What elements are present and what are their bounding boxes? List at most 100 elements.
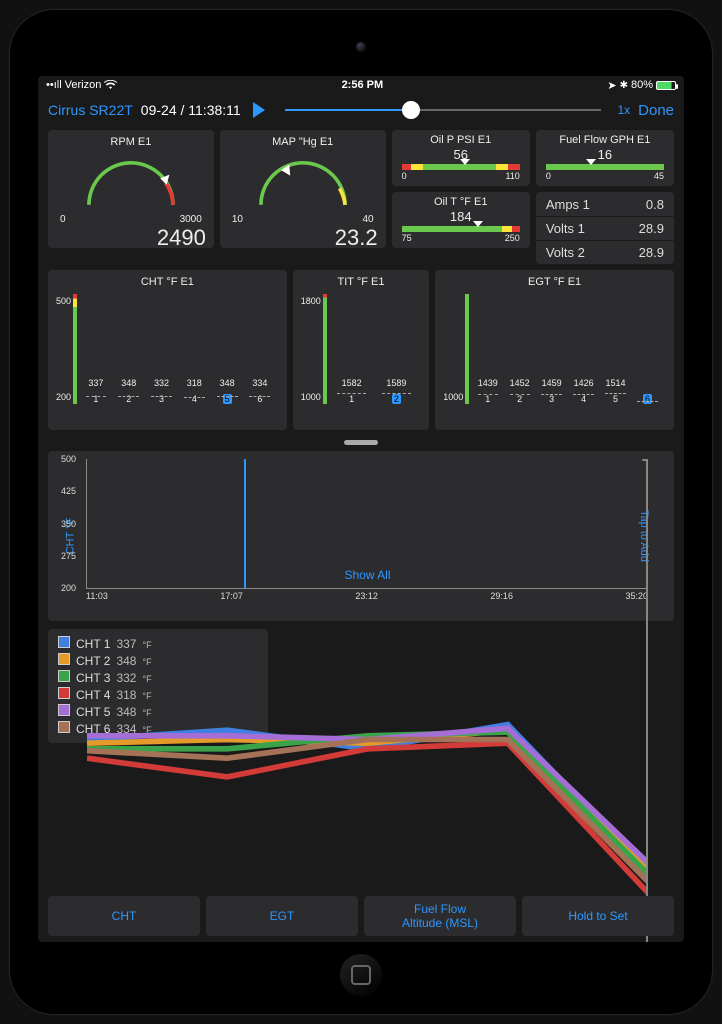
slider-thumb[interactable] (402, 101, 420, 119)
amps1-row: Amps 10.8 (536, 192, 674, 216)
oilt-max: 250 (505, 233, 520, 243)
timestamp-label: 09-24 / 11:38:11 (141, 102, 241, 118)
clock: 2:56 PM (342, 79, 384, 91)
amps1-label: Amps 1 (546, 197, 590, 212)
play-button[interactable] (253, 102, 265, 118)
bar-value: 1459 (537, 378, 566, 388)
cht-bars: 337134823323318434853346 (77, 294, 279, 404)
ff-min: 0 (546, 171, 551, 181)
bar-index: 5 (613, 394, 618, 404)
rpm-gauge (71, 150, 191, 214)
map-max: 40 (363, 214, 374, 225)
chart-line (87, 743, 648, 893)
header: Cirrus SR22T 09-24 / 11:38:11 1x Done (38, 94, 684, 126)
legend-swatch (58, 704, 70, 716)
bar-col: 15145 (601, 392, 630, 404)
oilt-title: Oil T °F E1 (402, 196, 520, 208)
oilt-min: 75 (402, 233, 412, 243)
ipad-camera (356, 42, 366, 52)
map-min: 10 (232, 214, 243, 225)
legend-swatch (58, 687, 70, 699)
bottom-button-row: CHT EGT Fuel FlowAltitude (MSL) Hold to … (38, 890, 684, 942)
bar-col: 3482 (114, 392, 144, 404)
bar-peak-line (478, 394, 498, 395)
bar-col: 15892 (376, 392, 418, 404)
oilt-panel: Oil T °F E1 184 75 250 (392, 192, 530, 248)
bar-value: 1589 (376, 378, 418, 388)
bar-value: 1582 (331, 378, 373, 388)
rpm-max: 3000 (180, 214, 202, 225)
oilt-value: 184 (402, 209, 520, 224)
aircraft-label[interactable]: Cirrus SR22T (48, 102, 133, 118)
bar-peak-line (86, 396, 107, 397)
bar-index: 1 (485, 394, 490, 404)
oilt-bar (402, 226, 520, 232)
volts2-value: 28.9 (639, 245, 664, 260)
bar-index: 4 (192, 394, 197, 404)
chart-svg (87, 459, 648, 942)
tit-ymax: 1800 (301, 296, 321, 306)
oilp-max: 110 (505, 171, 519, 181)
bar-value: 334 (245, 378, 275, 388)
chart-playhead[interactable] (244, 459, 246, 588)
ff-title: Fuel Flow GPH E1 (546, 134, 664, 146)
bar-peak-line (573, 394, 593, 395)
chart-area[interactable]: Show All 500425350275200 (86, 459, 648, 589)
cht-ymin: 200 (56, 392, 71, 402)
bar-peak-line (605, 393, 625, 394)
oilp-bar (402, 164, 520, 170)
bar-value: 332 (147, 378, 177, 388)
readouts-panel: Amps 10.8 Volts 128.9 Volts 228.9 (536, 192, 674, 264)
ipad-home-button[interactable] (340, 954, 382, 996)
drag-handle[interactable] (344, 440, 378, 445)
map-title: MAP "Hg E1 (228, 136, 378, 148)
bar-value: 337 (81, 378, 111, 388)
bar-value: 1452 (505, 378, 534, 388)
bar-peak-line (184, 397, 205, 398)
screen: ••ıll Verizon 2:56 PM ➤ ✱ 80% Cirrus SR2… (38, 76, 684, 942)
rpm-panel: RPM E1 0 3000 2490 (48, 130, 214, 248)
bar-value: 1439 (473, 378, 502, 388)
bar-index: 6 (643, 394, 652, 404)
show-all-button[interactable]: Show All (344, 568, 390, 582)
location-icon: ➤ (607, 79, 616, 92)
map-value: 23.2 (228, 225, 378, 251)
bar-col: 3346 (245, 392, 275, 404)
ff-panel: Fuel Flow GPH E1 16 045 (536, 130, 674, 186)
bar-col: 6 (633, 392, 662, 404)
bar-col: 3184 (179, 392, 209, 404)
rpm-title: RPM E1 (56, 136, 206, 148)
bar-col: 14522 (505, 392, 534, 404)
bar-peak-line (151, 396, 172, 397)
bar-index: 2 (392, 394, 401, 404)
cht-ymax: 500 (56, 296, 71, 306)
bar-value: 348 (114, 378, 144, 388)
egt-title: EGT °F E1 (443, 276, 666, 288)
legend-swatch (58, 636, 70, 648)
bar-col: 14264 (569, 392, 598, 404)
oilp-min: 0 (402, 171, 407, 181)
status-bar: ••ıll Verizon 2:56 PM ➤ ✱ 80% (38, 76, 684, 94)
bar-peak-line (249, 396, 270, 397)
volts2-label: Volts 2 (546, 245, 585, 260)
carrier-label: Verizon (65, 79, 102, 91)
ff-alt-button[interactable]: Fuel FlowAltitude (MSL) (364, 896, 516, 936)
bar-col: 15821 (331, 392, 373, 404)
done-button[interactable]: Done (638, 102, 674, 119)
bar-index: 3 (549, 394, 554, 404)
volts1-value: 28.9 (639, 221, 664, 236)
cht-title: CHT °F E1 (56, 276, 279, 288)
cht-button[interactable]: CHT (48, 896, 200, 936)
speed-button[interactable]: 1x (617, 103, 630, 117)
egt-button[interactable]: EGT (206, 896, 358, 936)
ipad-frame: ••ıll Verizon 2:56 PM ➤ ✱ 80% Cirrus SR2… (10, 10, 712, 1014)
chart-panel[interactable]: CHT °F Tap to Add Show All 5004253502752… (48, 451, 674, 621)
playback-slider[interactable] (285, 100, 602, 120)
slider-fill (285, 109, 412, 111)
bar-col: 3485 (212, 392, 242, 404)
hold-to-set-button[interactable]: Hold to Set (522, 896, 674, 936)
oilp-panel: Oil P PSI E1 56 0110 (392, 130, 530, 186)
legend-swatch (58, 721, 70, 733)
egt-ymin: 1000 (443, 392, 463, 402)
chart-ytick: 350 (61, 519, 76, 529)
